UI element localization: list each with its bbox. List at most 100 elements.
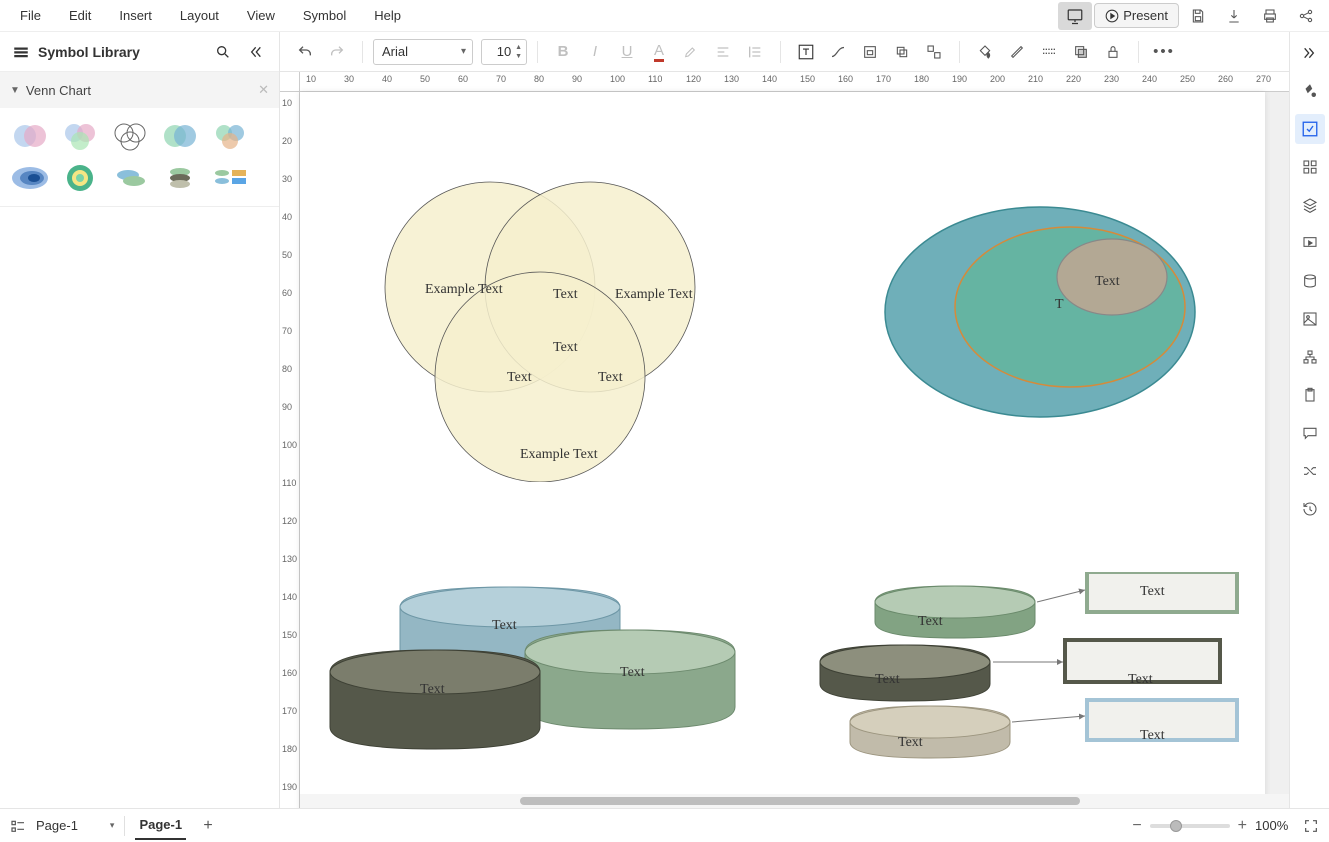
- share-button[interactable]: [1289, 2, 1323, 30]
- font-size-select[interactable]: 10▲▼: [481, 39, 527, 65]
- menu-help[interactable]: Help: [360, 2, 415, 29]
- close-section-button[interactable]: ✕: [258, 82, 269, 98]
- symbol-venn-2circle-green[interactable]: [158, 118, 202, 154]
- download-button[interactable]: [1217, 2, 1251, 30]
- page-tab-1[interactable]: Page-1: [135, 811, 186, 840]
- stack-box2-label[interactable]: Text: [1128, 672, 1153, 688]
- arrange-button[interactable]: [887, 37, 917, 67]
- menu-edit[interactable]: Edit: [55, 2, 105, 29]
- layers-button[interactable]: [1295, 190, 1325, 220]
- stack-box3-label[interactable]: Text: [1140, 728, 1165, 744]
- data-panel-button[interactable]: [1295, 266, 1325, 296]
- page-canvas[interactable]: Example Text Example Text Example Text T…: [300, 92, 1265, 808]
- view-slideshow-button[interactable]: [1058, 2, 1092, 30]
- clipboard-button[interactable]: [1295, 380, 1325, 410]
- symbol-nested-ellipse[interactable]: [8, 160, 52, 196]
- menu-view[interactable]: View: [233, 2, 289, 29]
- collapse-sidebar-button[interactable]: [243, 40, 267, 64]
- venn-region-abc[interactable]: Text: [553, 340, 578, 356]
- fullscreen-button[interactable]: [1303, 818, 1319, 834]
- menu-symbol[interactable]: Symbol: [289, 2, 360, 29]
- venn-region-ab[interactable]: Text: [553, 287, 578, 303]
- lock-button[interactable]: [1098, 37, 1128, 67]
- shuffle-button[interactable]: [1295, 456, 1325, 486]
- section-label: Venn Chart: [26, 83, 91, 98]
- stack-mid-label[interactable]: Text: [875, 672, 900, 688]
- search-button[interactable]: [211, 40, 235, 64]
- italic-button[interactable]: I: [580, 37, 610, 67]
- more-button[interactable]: •••: [1149, 37, 1179, 67]
- venn-region-c[interactable]: Example Text: [520, 447, 598, 463]
- pages-list-button[interactable]: [10, 818, 26, 834]
- cyl-green-label[interactable]: Text: [620, 665, 645, 681]
- cyl-blue-label[interactable]: Text: [492, 618, 517, 634]
- stack-top-label[interactable]: Text: [918, 614, 943, 630]
- history-button[interactable]: [1295, 494, 1325, 524]
- symbol-3d-stack[interactable]: [158, 160, 202, 196]
- fill-button[interactable]: [970, 37, 1000, 67]
- shadow-button[interactable]: [1066, 37, 1096, 67]
- nested-mid-label[interactable]: T: [1055, 297, 1064, 313]
- nested-inner-label[interactable]: Text: [1095, 274, 1120, 290]
- org-chart-button[interactable]: [1295, 342, 1325, 372]
- zoom-level[interactable]: 100%: [1255, 818, 1295, 833]
- container-button[interactable]: [855, 37, 885, 67]
- venn-region-bc[interactable]: Text: [598, 370, 623, 386]
- line-spacing-button[interactable]: [740, 37, 770, 67]
- group-button[interactable]: [919, 37, 949, 67]
- right-rail: [1289, 32, 1329, 808]
- text-tool-button[interactable]: [791, 37, 821, 67]
- collapse-right-rail-button[interactable]: [1295, 38, 1325, 68]
- page-select[interactable]: Page-1: [36, 814, 114, 838]
- style-panel-button[interactable]: [1295, 114, 1325, 144]
- symbol-3d-discs[interactable]: [108, 160, 152, 196]
- save-button[interactable]: [1181, 2, 1215, 30]
- align-button[interactable]: [708, 37, 738, 67]
- presentation-panel-button[interactable]: [1295, 228, 1325, 258]
- present-button[interactable]: Present: [1094, 3, 1179, 28]
- canvas[interactable]: 1030405060708090100110120130140150160170…: [280, 72, 1289, 808]
- image-panel-button[interactable]: [1295, 304, 1325, 334]
- font-family-select[interactable]: Arial: [373, 39, 473, 65]
- print-button[interactable]: [1253, 2, 1287, 30]
- highlight-button[interactable]: [676, 37, 706, 67]
- shape-venn-3[interactable]: [360, 152, 700, 482]
- shape-3d-cylinders[interactable]: [320, 552, 740, 772]
- horizontal-scrollbar[interactable]: [300, 794, 1289, 808]
- stack-box1-label[interactable]: Text: [1140, 584, 1165, 600]
- cyl-dark-label[interactable]: Text: [420, 682, 445, 698]
- menu-file[interactable]: File: [6, 2, 55, 29]
- grid-panel-button[interactable]: [1295, 152, 1325, 182]
- present-label: Present: [1123, 8, 1168, 23]
- venn-region-b[interactable]: Example Text: [615, 287, 693, 303]
- undo-button[interactable]: [290, 37, 320, 67]
- venn-region-ac[interactable]: Text: [507, 370, 532, 386]
- connector-button[interactable]: [823, 37, 853, 67]
- shape-stack-boxes[interactable]: [805, 572, 1245, 802]
- menu-layout[interactable]: Layout: [166, 2, 233, 29]
- zoom-out-button[interactable]: −: [1132, 817, 1141, 835]
- underline-button[interactable]: U: [612, 37, 642, 67]
- add-page-button[interactable]: +: [196, 814, 220, 838]
- redo-button[interactable]: [322, 37, 352, 67]
- menu-insert[interactable]: Insert: [105, 2, 166, 29]
- stack-bot-label[interactable]: Text: [898, 735, 923, 751]
- font-color-button[interactable]: A: [644, 37, 674, 67]
- sidebar-title: Symbol Library: [38, 44, 203, 60]
- symbol-venn-3circle-soft[interactable]: [208, 118, 252, 154]
- line-style-button[interactable]: [1034, 37, 1064, 67]
- zoom-slider[interactable]: [1150, 824, 1230, 828]
- symbol-venn-2circle[interactable]: [8, 118, 52, 154]
- comment-button[interactable]: [1295, 418, 1325, 448]
- venn-region-a[interactable]: Example Text: [425, 282, 503, 298]
- stroke-button[interactable]: [1002, 37, 1032, 67]
- symbol-nested-green[interactable]: [58, 160, 102, 196]
- zoom-in-button[interactable]: +: [1238, 817, 1247, 835]
- shape-nested-ellipse[interactable]: [880, 197, 1200, 427]
- section-venn-chart[interactable]: ▼ Venn Chart ✕: [0, 72, 279, 108]
- symbol-stack-boxes[interactable]: [208, 160, 252, 196]
- bold-button[interactable]: B: [548, 37, 578, 67]
- symbol-venn-3circle-outline[interactable]: [108, 118, 152, 154]
- theme-button[interactable]: [1295, 76, 1325, 106]
- symbol-venn-3circle-color[interactable]: [58, 118, 102, 154]
